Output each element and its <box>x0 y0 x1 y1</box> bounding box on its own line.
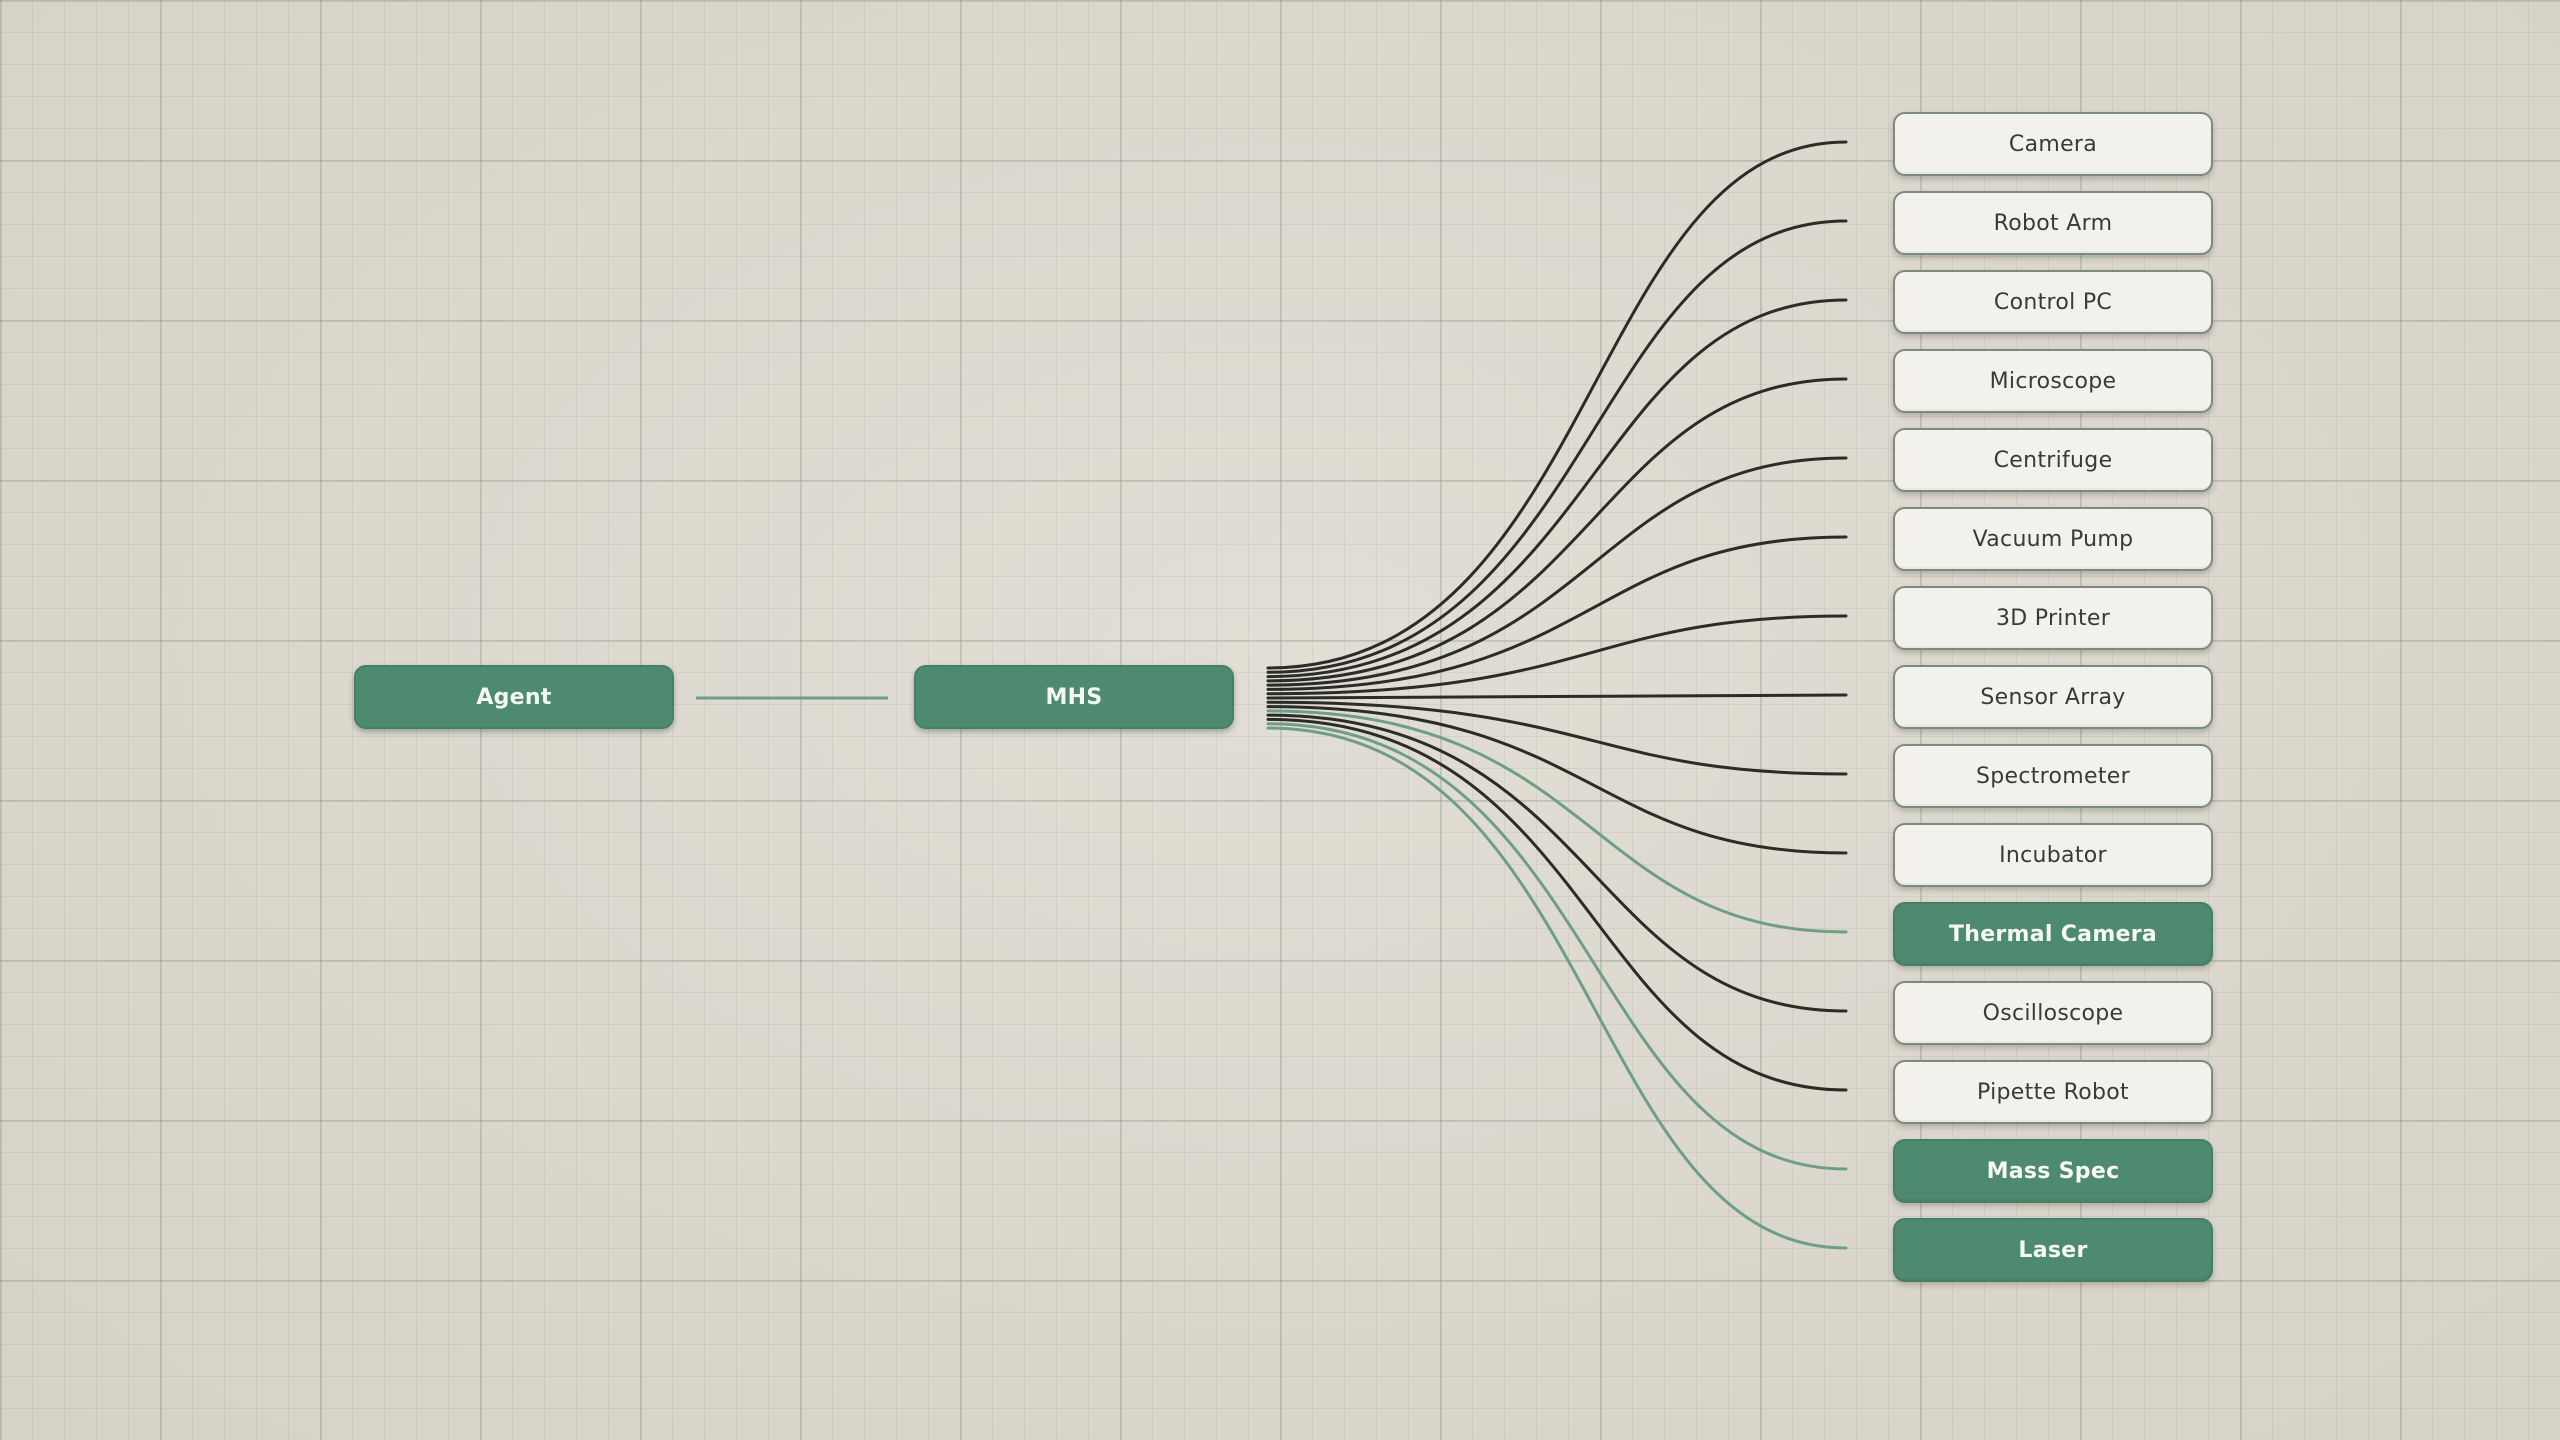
device-wire <box>1266 713 1848 1013</box>
device-node[interactable]: 3D Printer <box>1893 586 2213 650</box>
device-node[interactable]: Sensor Array <box>1893 665 2213 729</box>
mhs-label: MHS <box>1045 684 1103 710</box>
device-label: Robot Arm <box>1993 210 2113 236</box>
device-node[interactable]: Incubator <box>1893 823 2213 887</box>
device-label: Spectrometer <box>1976 763 2130 789</box>
device-label: Mass Spec <box>1986 1158 2120 1184</box>
device-wire <box>1266 219 1848 674</box>
device-label: Vacuum Pump <box>1972 526 2134 552</box>
device-wire <box>1266 700 1848 776</box>
device-node[interactable]: Vacuum Pump <box>1893 507 2213 571</box>
device-wire <box>1266 140 1848 670</box>
device-wire <box>1266 456 1848 687</box>
device-label: Control PC <box>1993 289 2113 315</box>
device-wire <box>1266 377 1848 683</box>
device-node[interactable]: Robot Arm <box>1893 191 2213 255</box>
device-node[interactable]: Spectrometer <box>1893 744 2213 808</box>
device-label: Thermal Camera <box>1948 921 2158 947</box>
mhs-fanout-wires <box>1266 140 1848 1250</box>
device-node[interactable]: Pipette Robot <box>1893 1060 2213 1124</box>
device-wire <box>1266 693 1848 700</box>
agent-node[interactable]: Agent <box>354 665 674 729</box>
mhs-hub-node[interactable]: MHS <box>914 665 1234 729</box>
device-wire <box>1266 726 1848 1250</box>
device-node[interactable]: Laser <box>1893 1218 2213 1282</box>
device-wire <box>1266 722 1848 1171</box>
device-node[interactable]: Thermal Camera <box>1893 902 2213 966</box>
device-label: Centrifuge <box>1993 447 2113 473</box>
device-label: Incubator <box>1999 842 2107 868</box>
agent-label: Agent <box>476 684 552 710</box>
device-label: Microscope <box>1989 368 2117 394</box>
device-node[interactable]: Mass Spec <box>1893 1139 2213 1203</box>
device-wire <box>1266 709 1848 934</box>
device-label: Pipette Robot <box>1977 1079 2129 1105</box>
device-label: Oscilloscope <box>1982 1000 2124 1026</box>
device-node[interactable]: Microscope <box>1893 349 2213 413</box>
device-node[interactable]: Camera <box>1893 112 2213 176</box>
device-node[interactable]: Control PC <box>1893 270 2213 334</box>
device-label: 3D Printer <box>1995 605 2111 631</box>
device-label: Camera <box>2008 131 2098 157</box>
device-node[interactable]: Centrifuge <box>1893 428 2213 492</box>
device-label: Laser <box>2018 1237 2088 1263</box>
device-node[interactable]: Oscilloscope <box>1893 981 2213 1045</box>
device-label: Sensor Array <box>1980 684 2126 710</box>
